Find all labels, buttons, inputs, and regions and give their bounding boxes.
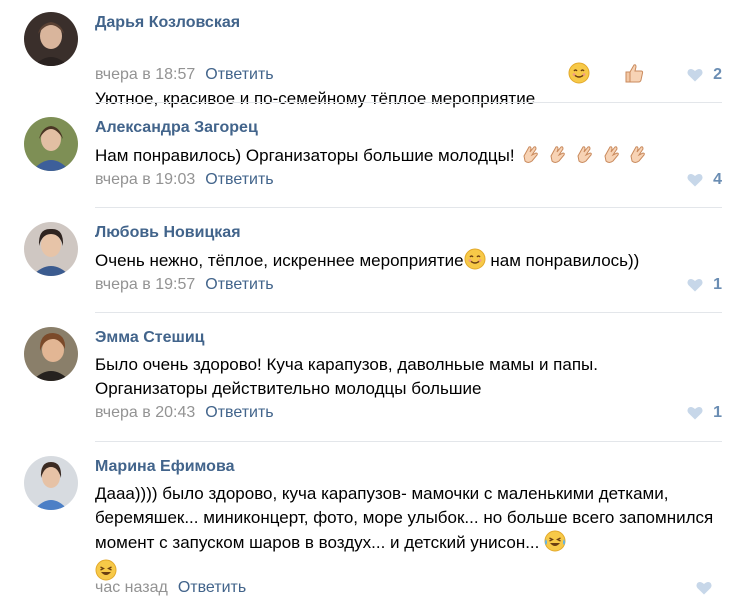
reply-button[interactable]: Ответить	[205, 276, 273, 293]
comment-item: Дарья Козловская Уютное, красивое и по-с…	[0, 0, 750, 108]
like-button[interactable]: 1	[687, 404, 722, 422]
comment-meta: вчера в 19:57 Ответить	[95, 276, 274, 294]
comment-author[interactable]: Дарья Козловская	[95, 14, 240, 32]
heart-icon	[687, 278, 703, 292]
like-count: 2	[713, 66, 722, 83]
comment-time[interactable]: вчера в 19:03	[95, 171, 195, 188]
reply-button[interactable]: Ответить	[205, 404, 273, 421]
comment-meta: вчера в 20:43 Ответить	[95, 404, 274, 422]
comment-text-content-tail: нам понравилось))	[485, 251, 640, 270]
heart-icon	[687, 68, 703, 82]
comment-text-content: Нам понравилось) Организаторы большие мо…	[95, 146, 515, 165]
like-count: 1	[713, 276, 722, 293]
comment-text-content: Очень нежно, тёплое, искреннее мероприят…	[95, 251, 464, 270]
divider	[95, 102, 722, 103]
comment-text-content: Дааа)))) было здорово, куча карапузов- м…	[95, 484, 718, 552]
like-button[interactable]: 4	[687, 171, 722, 189]
smile-emoji-icon	[464, 248, 486, 277]
comment-item: Александра Загорец Нам понравилось) Орга…	[0, 105, 750, 208]
reply-button[interactable]: Ответить	[178, 579, 246, 596]
comment-text-content: Было очень здорово! Куча карапузов, даво…	[95, 355, 603, 398]
comment-time[interactable]: вчера в 19:57	[95, 276, 195, 293]
comment-item: Эмма Стешиц Было очень здорово! Куча кар…	[0, 315, 750, 442]
like-button[interactable]: 2	[687, 66, 722, 84]
clap-emoji-icon	[573, 143, 595, 172]
comment-text: Было очень здорово! Куча карапузов, даво…	[95, 353, 675, 401]
clap-emoji-icon	[546, 143, 568, 172]
comment-time[interactable]: час назад	[95, 579, 168, 596]
smile-emoji-icon	[540, 38, 590, 115]
divider	[95, 207, 722, 208]
like-count: 1	[713, 404, 722, 421]
comment-time[interactable]: вчера в 18:57	[95, 66, 195, 83]
comment-author[interactable]: Эмма Стешиц	[95, 329, 204, 347]
laugh-tears-emoji-icon	[544, 530, 566, 559]
comment-author[interactable]: Любовь Новицкая	[95, 224, 241, 242]
avatar[interactable]	[24, 117, 78, 171]
comment-text: Нам понравилось) Организаторы большие мо…	[95, 143, 720, 172]
comment-time[interactable]: вчера в 20:43	[95, 404, 195, 421]
avatar[interactable]	[24, 12, 78, 66]
like-button[interactable]	[696, 581, 722, 595]
reply-button[interactable]: Ответить	[205, 171, 273, 188]
comment-meta: вчера в 18:57 Ответить	[95, 66, 274, 84]
comment-author[interactable]: Александра Загорец	[95, 119, 258, 137]
comment-author[interactable]: Марина Ефимова	[95, 458, 234, 476]
comment-meta: час назад Ответить	[95, 579, 246, 597]
comment-meta: вчера в 19:03 Ответить	[95, 171, 274, 189]
clap-emoji-icon	[519, 143, 541, 172]
comment-item: Любовь Новицкая Очень нежно, тёплое, иск…	[0, 210, 750, 313]
clap-emoji-icon	[626, 143, 648, 172]
heart-icon	[696, 581, 712, 595]
reply-button[interactable]: Ответить	[205, 66, 273, 83]
divider	[95, 441, 722, 442]
comment-item: Марина Ефимова Дааа)))) было здорово, ку…	[0, 444, 750, 605]
thumbs-up-emoji-icon	[595, 38, 645, 115]
heart-icon	[687, 406, 703, 420]
comment-text: Дааа)))) было здорово, куча карапузов- м…	[95, 482, 715, 588]
avatar[interactable]	[24, 456, 78, 510]
comment-text: Очень нежно, тёплое, искреннее мероприят…	[95, 248, 720, 277]
avatar[interactable]	[24, 222, 78, 276]
divider	[95, 312, 722, 313]
clap-emoji-icon	[600, 143, 622, 172]
heart-icon	[687, 173, 703, 187]
like-count: 4	[713, 171, 722, 188]
like-button[interactable]: 1	[687, 276, 722, 294]
avatar[interactable]	[24, 327, 78, 381]
